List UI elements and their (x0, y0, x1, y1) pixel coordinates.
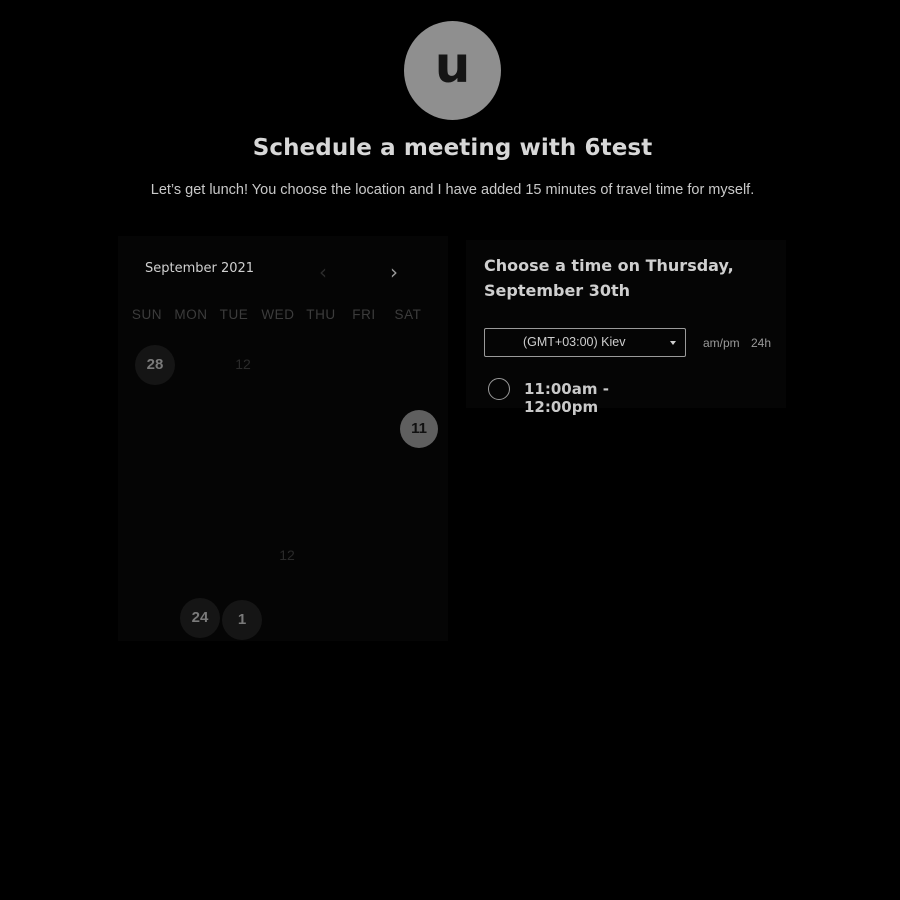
event-description: Let’s get lunch! You choose the location… (150, 182, 755, 198)
format-24h-toggle[interactable]: 24h (751, 336, 771, 350)
format-ampm-toggle[interactable]: am/pm (703, 336, 740, 350)
caret-down-icon (670, 341, 676, 345)
calendar-panel (118, 236, 448, 641)
calendar-day[interactable]: 24 (180, 598, 220, 638)
calendar-day: 12 (235, 356, 251, 372)
calendar-month-label: September 2021 (145, 261, 255, 276)
timezone-value: (GMT+03:00) Kiev (523, 335, 626, 349)
weekday-fri: FRI (352, 307, 376, 322)
chevron-left-icon[interactable]: ‹ (313, 262, 333, 284)
timezone-select[interactable]: (GMT+03:00) Kiev (484, 328, 686, 357)
page-title: Schedule a meeting with 6test (252, 135, 653, 161)
chevron-right-icon[interactable]: › (384, 262, 404, 284)
time-slot[interactable]: 11:00am - 12:00pm (486, 377, 686, 416)
weekday-sat: SAT (394, 307, 422, 322)
avatar: u (404, 21, 501, 120)
weekday-sun: SUN (131, 307, 163, 322)
calendar-day: 12 (279, 547, 295, 563)
calendar-day[interactable]: 28 (135, 345, 175, 385)
calendar-day[interactable]: 11 (400, 410, 438, 448)
time-slot-label: 11:00am - 12:00pm (524, 380, 609, 416)
radio-icon[interactable] (488, 378, 510, 400)
calendar-day[interactable]: 1 (222, 600, 262, 640)
time-heading: Choose a time on Thursday, September 30t… (484, 256, 734, 300)
weekday-tue: TUE (219, 307, 249, 322)
